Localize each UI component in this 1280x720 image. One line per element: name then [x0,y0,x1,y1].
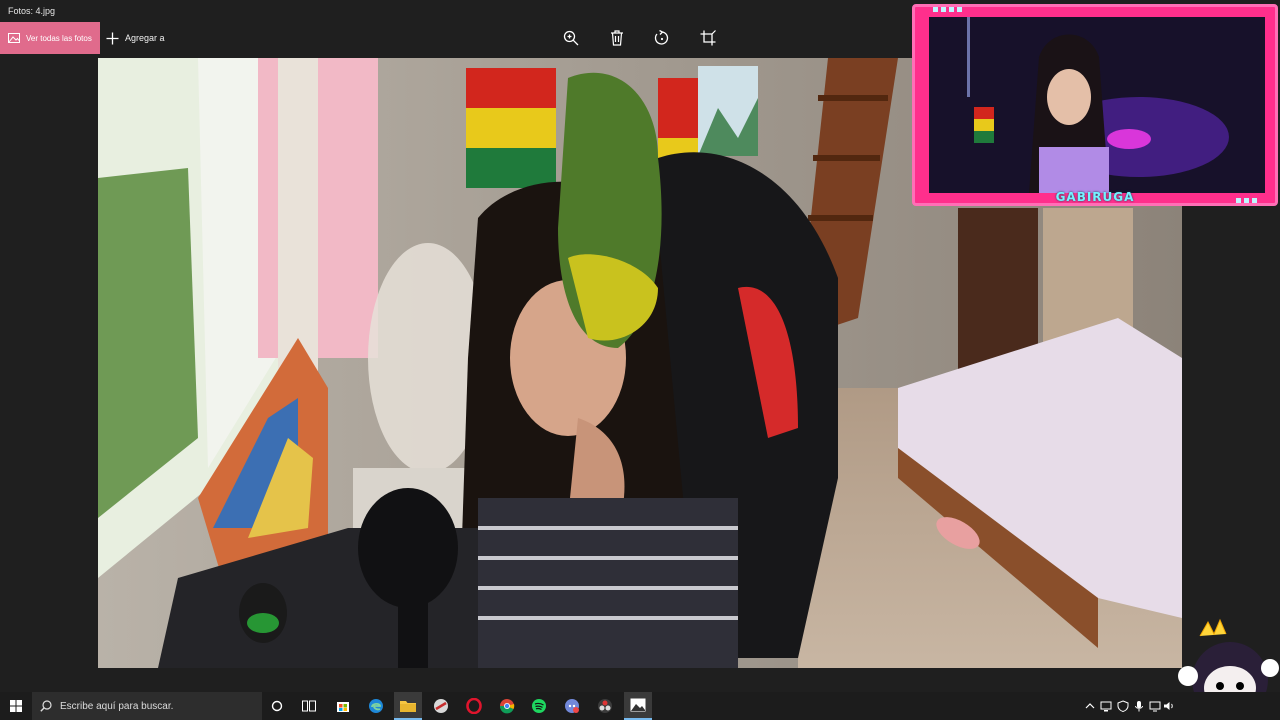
network-icon[interactable] [1100,699,1114,713]
plus-icon [106,32,119,44]
delete-icon[interactable] [607,28,627,48]
app-icon[interactable] [430,692,452,720]
monitor-icon[interactable] [1149,699,1163,713]
defender-icon[interactable] [1117,699,1131,713]
opera-icon[interactable] [463,692,485,720]
obs-icon[interactable] [594,692,616,720]
webcam-illustration [929,17,1265,193]
edge-icon[interactable] [365,692,387,720]
zoom-in-icon[interactable] [561,28,581,48]
cortana-icon[interactable] [266,692,288,720]
window-title: Fotos: 4.jpg [8,6,56,16]
add-to-button[interactable]: Agregar a [106,22,165,54]
view-all-photos-button[interactable]: Ver todas las fotos [0,22,100,54]
add-to-label: Agregar a [125,33,165,43]
store-icon[interactable] [332,692,354,720]
task-view-icon[interactable] [298,692,320,720]
windows-taskbar: Escribe aquí para buscar. [0,692,1280,720]
crop-icon[interactable] [698,28,718,48]
overlay-decoration-dots [933,7,962,12]
photos-icon [8,33,20,43]
start-button[interactable] [4,692,28,720]
windows-icon [10,700,22,712]
file-explorer-icon[interactable] [394,692,422,720]
microphone-icon[interactable] [1133,699,1147,713]
volume-icon[interactable] [1163,699,1177,713]
search-icon [40,700,52,712]
photos-app-icon[interactable] [624,692,652,720]
stream-camera-overlay: GABIRUGA [912,4,1278,206]
chrome-icon[interactable] [496,692,518,720]
view-all-photos-label: Ver todas las fotos [26,33,92,43]
streamer-name: GABIRUGA [1055,190,1135,204]
webcam-feed [929,17,1265,193]
search-placeholder: Escribe aquí para buscar. [60,700,174,712]
taskbar-search-box[interactable]: Escribe aquí para buscar. [32,692,262,720]
discord-icon[interactable] [561,692,583,720]
rotate-icon[interactable] [652,28,672,48]
spotify-icon[interactable] [528,692,550,720]
chevron-up-icon[interactable] [1084,699,1098,713]
